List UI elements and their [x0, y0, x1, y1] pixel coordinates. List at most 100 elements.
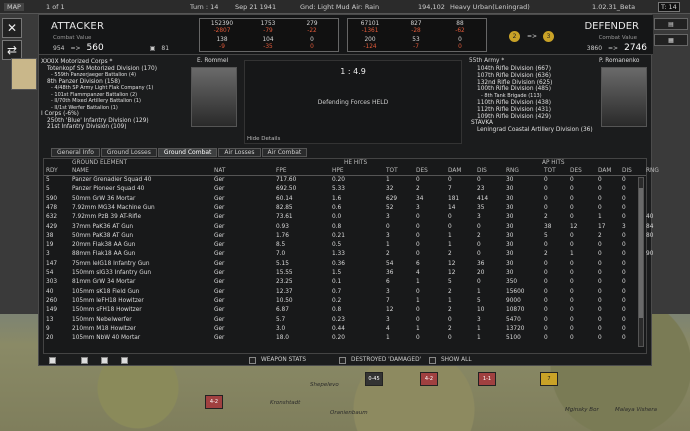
unit-line[interactable]: 21st Infantry Division (109)	[41, 124, 201, 131]
defender-army-name: 55th Army *	[469, 58, 505, 64]
hide-details-link[interactable]: Hide Details	[247, 136, 280, 142]
table-row[interactable]: 590 50mm GrW 36 Mortar Ger 60.14 1.6 629 34 181…	[44, 196, 634, 204]
table-cell: 0	[598, 270, 602, 276]
unit-line[interactable]: 110th Rifle Division (438)	[471, 100, 601, 107]
column-header[interactable]: DAM	[598, 168, 611, 174]
map-button[interactable]: MAP	[4, 2, 24, 11]
right-panel-button[interactable]: ▤	[654, 18, 688, 30]
attacker-commander-portrait[interactable]	[191, 67, 237, 127]
column-header[interactable]: NAT	[214, 168, 225, 174]
map-counter[interactable]: 0-45	[365, 372, 383, 386]
column-header[interactable]: DES	[570, 168, 582, 174]
show-all-checkbox[interactable]	[429, 357, 436, 364]
table-cell: 0	[598, 307, 602, 314]
table-row[interactable]: 5 Panzer Pioneer Squad 40 Ger 692.50 5.33 32 2…	[44, 186, 634, 194]
table-cell: 0	[544, 242, 548, 249]
right-panel-button-2[interactable]: ▦	[654, 34, 688, 46]
table-row[interactable]: 54 150mm sIG33 Infantry Gun Ger 15.55 1.5 36 4…	[44, 270, 634, 278]
table-cell: 0	[544, 204, 548, 211]
table-row[interactable]: 20 105mm NbW 40 Mortar Ger 18.0 0.20 1 0 0 1 5100…	[44, 335, 634, 343]
map-counter[interactable]: 1-1	[478, 372, 496, 386]
table-cell: 34	[416, 195, 424, 202]
unit-line[interactable]: 112th Rifle Division (431)	[471, 107, 601, 114]
column-header[interactable]: DES	[416, 168, 428, 174]
unit-filter-checkbox[interactable]	[121, 357, 128, 364]
unit-line[interactable]: STAVKA	[471, 120, 601, 127]
table-cell: 0	[477, 242, 481, 249]
table-cell: 429	[46, 223, 58, 230]
table-row[interactable]: 40 105mm sK18 Field Gun Ger 12.37 0.7 3 0 2 1 156…	[44, 289, 634, 297]
tab-air-losses[interactable]: Air Losses	[218, 148, 261, 157]
column-header[interactable]: FPE	[276, 168, 287, 174]
table-row[interactable]: 19 20mm Flak38 AA Gun Ger 8.5 0.5 1 0 1 0 30 0 0 0 0	[44, 242, 634, 250]
table-row[interactable]: 429 37mm PaK36 AT Gun Ger 0.93 0.8 0 0 0 0 30 38 12…	[44, 223, 653, 232]
swap-icon[interactable]: ⇄	[2, 40, 22, 60]
table-row[interactable]: 147 75mm leIG18 Infantry Gun Ger 5.15 0.36 54…	[44, 261, 634, 269]
table-cell: 0	[544, 260, 548, 267]
defender-commander-portrait[interactable]	[601, 67, 647, 127]
table-cell: 30	[506, 251, 514, 258]
column-header[interactable]: DIS	[622, 168, 632, 174]
column-header[interactable]: RNG	[506, 168, 519, 174]
table-cell: 19	[46, 242, 54, 249]
table-row[interactable]: 149 150mm sFH18 Howitzer Ger 6.87 0.8 12 0 2 10 1…	[44, 307, 634, 315]
table-cell: 0	[570, 288, 574, 295]
weapon-stats-checkbox[interactable]	[249, 357, 256, 364]
unit-line[interactable]: Leningrad Coastal Artillery Division (36…	[471, 127, 601, 134]
unit-line[interactable]: 107th Rifle Division (636)	[471, 73, 601, 80]
table-cell: 0	[598, 260, 602, 267]
column-header[interactable]: DAM	[448, 168, 461, 174]
defender-afv: 88 -62	[455, 21, 465, 34]
attacker-cv-label: Combat Value	[53, 35, 92, 41]
table-row[interactable]: 632 7.92mm PzB 39 AT-Rifle Ger 73.61 0.0 3 0 0 3…	[44, 214, 653, 222]
column-header[interactable]: TOT	[544, 168, 556, 174]
column-header[interactable]: RDY	[46, 168, 58, 174]
table-row[interactable]: 9 210mm M18 Howitzer Ger 3.0 0.44 4 1 2 1 13720 0 0…	[44, 326, 634, 334]
defender-mid-to: 3	[543, 31, 554, 42]
column-header[interactable]: RNG	[646, 168, 659, 174]
tab-ground-combat[interactable]: Ground Combat	[157, 148, 218, 157]
unit-filter-checkbox[interactable]	[101, 357, 108, 364]
table-cell: Ger	[214, 325, 225, 332]
column-header[interactable]: TOT	[386, 168, 398, 174]
table-cell: Ger	[214, 186, 225, 193]
table-cell: 0	[416, 307, 420, 314]
table-cell: 1	[448, 242, 452, 249]
unit-line[interactable]: 132nd Rifle Division (625)	[471, 80, 601, 87]
table-row[interactable]: 13 150mm Nebelwerfer Ger 5.7 0.23 3 0 0 3 5470 0 0 0…	[44, 317, 634, 325]
table-row[interactable]: 260 105mm leFH18 Howitzer Ger 10.50 0.2 7 1 1 5 9…	[44, 298, 634, 306]
unit-line[interactable]: - 8th Tank Brigade (113)	[471, 93, 601, 100]
map-counter[interactable]: 4-2	[420, 372, 438, 386]
table-scrollbar[interactable]	[638, 177, 644, 347]
table-row[interactable]: 478 7.92mm MG34 Machine Gun Ger 82.85 0.6 52 3…	[44, 205, 634, 213]
scroll-thumb[interactable]	[639, 188, 643, 318]
tab-general-info[interactable]: General Info	[51, 148, 100, 157]
cv-arrow: =>	[70, 44, 81, 52]
column-header[interactable]: HPE	[332, 168, 344, 174]
table-cell: 0	[622, 260, 626, 267]
table-cell: 0	[448, 316, 452, 323]
map-counter[interactable]: 4-2	[205, 395, 223, 409]
table-cell: 0	[570, 242, 574, 249]
table-row[interactable]: 38 50mm PaK38 AT Gun Ger 1.76 0.21 3 0 1 2 30 5 0 2 0…	[44, 233, 653, 241]
map-counter[interactable]: 7	[540, 372, 558, 386]
table-row[interactable]: 5 Panzer Grenadier Squad 40 Ger 717.60 0.20 1…	[44, 177, 634, 185]
unit-filter-checkbox[interactable]	[81, 357, 88, 364]
unit-line[interactable]: 109th Rifle Division (429)	[471, 114, 601, 121]
odds-ratio: 1 : 4.9	[340, 67, 366, 76]
version-label: 1.02.31_Beta	[592, 2, 636, 11]
column-header[interactable]: NAME	[72, 168, 89, 174]
close-icon[interactable]: ✕	[2, 18, 22, 38]
unit-line[interactable]: 100th Rifle Division (485)	[471, 86, 601, 93]
table-cell: 0	[598, 186, 602, 193]
column-header[interactable]: DIS	[477, 168, 487, 174]
table-row[interactable]: 3 88mm Flak18 AA Gun Ger 7.0 1.33 2 0 2 0 30 2 1 0 0 9…	[44, 251, 653, 259]
unit-line[interactable]: 104th Rifle Division (667)	[471, 66, 601, 73]
table-cell: 632	[46, 214, 58, 221]
unit-filter-checkbox[interactable]	[49, 357, 56, 364]
tab-air-combat[interactable]: Air Combat	[261, 148, 308, 157]
tab-ground-losses[interactable]: Ground Losses	[100, 148, 157, 157]
table-row[interactable]: 303 81mm GrW 34 Mortar Ger 23.25 0.1 6 1 5 0 350 0…	[44, 279, 634, 287]
destroyed-checkbox[interactable]	[339, 357, 346, 364]
table-cell: 10	[477, 307, 485, 314]
